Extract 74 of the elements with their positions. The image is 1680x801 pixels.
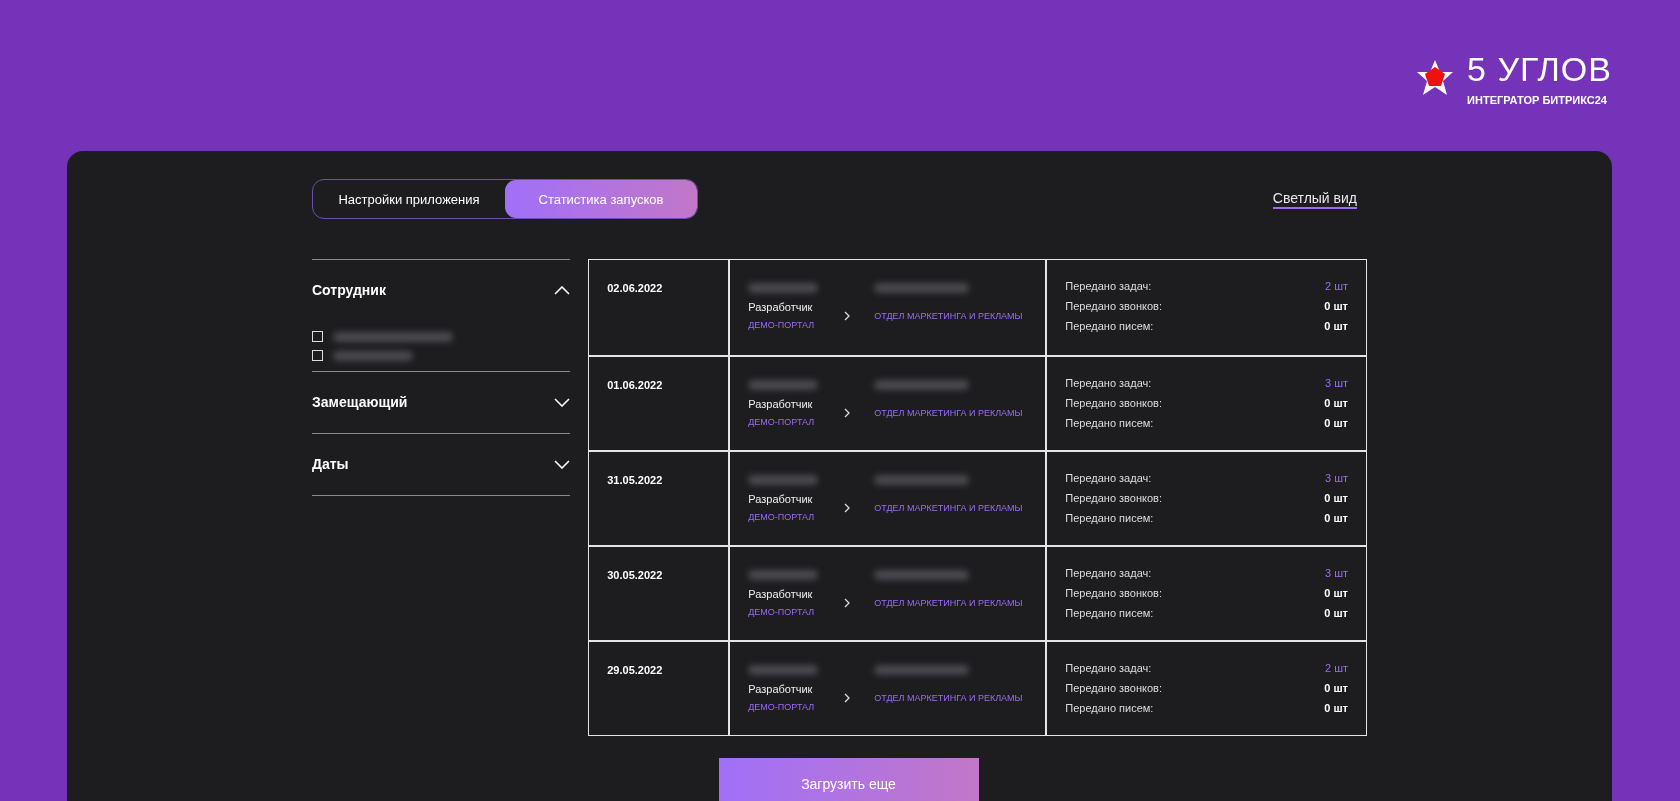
logo-title: 5 УГЛОВ xyxy=(1467,50,1612,88)
blurred-name xyxy=(748,570,819,580)
load-more-button[interactable]: Загрузить еще xyxy=(718,758,979,801)
stat-value: 2 шт xyxy=(1324,662,1348,674)
chevron-down-icon xyxy=(554,397,571,407)
stat-label: Передано писем: xyxy=(1065,320,1154,332)
filter-header[interactable]: Замещающий xyxy=(312,372,571,433)
date-text: 29.05.2022 xyxy=(607,664,663,676)
stat-label: Передано писем: xyxy=(1065,702,1154,714)
blurred-name xyxy=(748,665,819,675)
role-text: Разработчик xyxy=(748,683,814,695)
stat-label: Передано звонков: xyxy=(1065,492,1162,504)
stat-value: 3 шт xyxy=(1324,567,1348,579)
tab[interactable]: Статистика запусков xyxy=(505,180,697,218)
stat-label: Передано задач: xyxy=(1065,377,1152,389)
stat-value: 0 шт xyxy=(1324,702,1348,714)
portal-link[interactable]: ДЕМО-ПОРТАЛ xyxy=(748,320,845,330)
stat-label: Передано задач: xyxy=(1065,567,1152,579)
stat-label: Передано звонков: xyxy=(1065,682,1162,694)
stat-value: 2 шт xyxy=(1324,280,1348,292)
checkbox[interactable] xyxy=(312,350,323,361)
chevron-right-icon xyxy=(844,503,851,513)
department-link[interactable]: ОТДЕЛ МАРКЕТИНГА И РЕКЛАМЫ xyxy=(874,693,1028,703)
portal-link[interactable]: ДЕМО-ПОРТАЛ xyxy=(748,512,845,522)
stat-label: Передано звонков: xyxy=(1065,397,1162,409)
stat-label: Передано писем: xyxy=(1065,607,1154,619)
portal-link[interactable]: ДЕМО-ПОРТАЛ xyxy=(748,702,845,712)
theme-link[interactable]: Светлый вид xyxy=(1272,189,1357,209)
logo-subtitle: ИНТЕГРАТОР БИТРИКС24 xyxy=(1467,94,1607,106)
blurred-name xyxy=(748,380,819,390)
stat-value: 0 шт xyxy=(1324,607,1348,619)
portal-link[interactable]: ДЕМО-ПОРТАЛ xyxy=(748,607,845,617)
blurred-name xyxy=(748,475,819,485)
stat-label: Передано задач: xyxy=(1065,662,1152,674)
chevron-right-icon xyxy=(844,693,851,703)
chevron-right-icon xyxy=(844,408,851,418)
checkbox[interactable] xyxy=(312,331,323,342)
role-text: Разработчик xyxy=(748,301,814,313)
role-text: Разработчик xyxy=(748,588,814,600)
chevron-right-icon xyxy=(844,311,851,321)
stat-value: 0 шт xyxy=(1324,417,1348,429)
stat-value: 0 шт xyxy=(1324,512,1348,524)
chevron-down-icon xyxy=(554,459,571,469)
stat-value: 0 шт xyxy=(1324,587,1348,599)
stat-value: 0 шт xyxy=(1324,300,1348,312)
department-link[interactable]: ОТДЕЛ МАРКЕТИНГА И РЕКЛАМЫ xyxy=(874,598,1028,608)
role-text: Разработчик xyxy=(748,398,814,410)
role-text: Разработчик xyxy=(748,493,814,505)
stat-value: 0 шт xyxy=(1324,492,1348,504)
stat-value: 0 шт xyxy=(1324,397,1348,409)
department-link[interactable]: ОТДЕЛ МАРКЕТИНГА И РЕКЛАМЫ xyxy=(874,311,1028,321)
stat-label: Передано звонков: xyxy=(1065,300,1162,312)
tab[interactable]: Настройки приложения xyxy=(313,180,505,218)
chevron-right-icon xyxy=(844,598,851,608)
stat-label: Передано задач: xyxy=(1065,472,1152,484)
stat-label: Передано задач: xyxy=(1065,280,1152,292)
filter-header[interactable]: Даты xyxy=(312,434,571,495)
stat-value: 3 шт xyxy=(1324,472,1348,484)
stat-label: Передано писем: xyxy=(1065,417,1154,429)
department-link[interactable]: ОТДЕЛ МАРКЕТИНГА И РЕКЛАМЫ xyxy=(874,408,1028,418)
date-text: 01.06.2022 xyxy=(607,379,663,391)
chevron-up-icon xyxy=(554,285,571,295)
filter-header[interactable]: Сотрудник xyxy=(312,260,571,321)
stat-value: 3 шт xyxy=(1324,377,1348,389)
stat-label: Передано писем: xyxy=(1065,512,1154,524)
blurred-name xyxy=(748,283,819,293)
stat-value: 0 шт xyxy=(1324,682,1348,694)
date-text: 02.06.2022 xyxy=(607,282,663,294)
portal-link[interactable]: ДЕМО-ПОРТАЛ xyxy=(748,417,845,427)
stat-label: Передано звонков: xyxy=(1065,587,1162,599)
stat-value: 0 шт xyxy=(1324,320,1348,332)
date-text: 31.05.2022 xyxy=(607,474,663,486)
department-link[interactable]: ОТДЕЛ МАРКЕТИНГА И РЕКЛАМЫ xyxy=(874,503,1028,513)
date-text: 30.05.2022 xyxy=(607,569,663,581)
